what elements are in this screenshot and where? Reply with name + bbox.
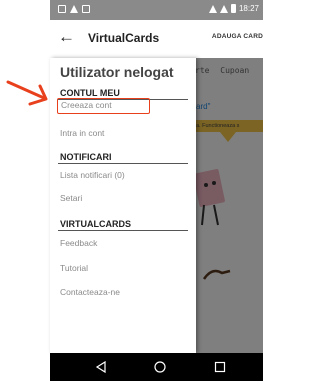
nav-back-icon[interactable] [94,360,108,374]
notification-icons [58,5,90,13]
system-navigation-bar [50,353,263,381]
menu-item-setari[interactable]: Setari [60,193,82,203]
menu-item-creeaza-cont[interactable]: Creeaza cont [57,98,150,114]
nav-home-icon[interactable] [153,360,167,374]
menu-item-feedback[interactable]: Feedback [60,238,97,248]
menu-item-lista-notificari[interactable]: Lista notificari (0) [60,170,125,180]
app-title: VirtualCards [88,31,160,45]
signal-icon [219,4,228,13]
download-notification-icon [82,5,90,13]
section-contul-meu: CONTUL MEU [60,88,120,98]
menu-item-label: Creeaza cont [61,100,112,110]
drawer-header: Utilizator nelogat [60,64,174,80]
navigation-drawer: Utilizator nelogat CONTUL MEU Creeaza co… [50,58,196,353]
back-arrow-icon[interactable]: ← [58,27,75,47]
clock: 18:27 [238,4,259,13]
wifi-icon [208,4,217,13]
status-bar: 18:27 [50,0,263,20]
red-pointer-arrow [6,80,48,106]
cloud-notification-icon [70,5,78,13]
nav-recent-icon[interactable] [213,360,227,374]
menu-item-contacteaza-ne[interactable]: Contacteaza-ne [60,287,120,297]
section-divider [58,230,188,231]
section-virtualcards: VIRTUALCARDS [60,219,131,229]
image-notification-icon [58,5,66,13]
battery-icon [230,4,236,13]
section-divider [58,163,188,164]
screen: 18:27 ← VirtualCards ADAUGA CARD rte Cup… [0,0,263,381]
menu-item-intra-in-cont[interactable]: Intra in cont [60,128,104,138]
section-notificari: NOTIFICARI [60,152,112,162]
add-card-button[interactable]: ADAUGA CARD [212,33,263,40]
menu-item-tutorial[interactable]: Tutorial [60,263,88,273]
app-bar: ← VirtualCards ADAUGA CARD [50,20,263,58]
